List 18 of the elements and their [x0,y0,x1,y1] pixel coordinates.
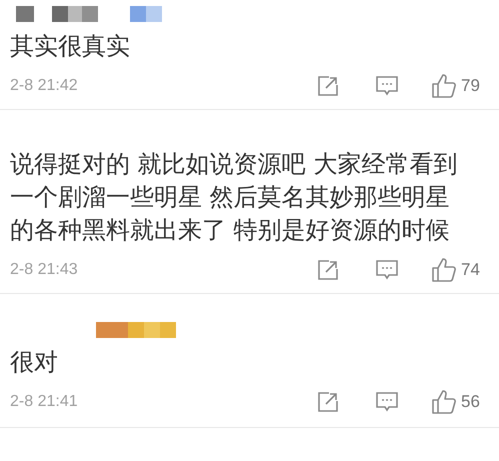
share-icon[interactable] [317,75,339,97]
comment-icon[interactable] [375,391,399,413]
like-count: 79 [461,75,481,98]
comment-text: 很对 [10,347,59,378]
comment-time: 2-8 21:42 [10,76,78,96]
thumbs-up-icon[interactable] [431,73,457,99]
share-icon[interactable] [317,391,339,413]
thumbs-up-icon[interactable] [431,389,457,415]
comment-text: 其实很真实 [10,31,131,62]
comment-time: 2-8 21:43 [10,260,78,280]
comment-icon[interactable] [375,75,399,97]
comment-time: 2-8 21:41 [10,392,78,412]
comment-icon[interactable] [375,259,399,281]
comment-text: 说得挺对的 就比如说资源吧 大家经常看到一个剧溜一些明星 然后莫名其妙那些明星的各种黑料就出来了 特别是好资源的时候 [10,149,458,246]
like-count: 74 [461,259,481,282]
share-icon[interactable] [317,259,339,281]
thumbs-up-icon[interactable] [431,257,457,283]
like-count: 56 [461,391,481,414]
